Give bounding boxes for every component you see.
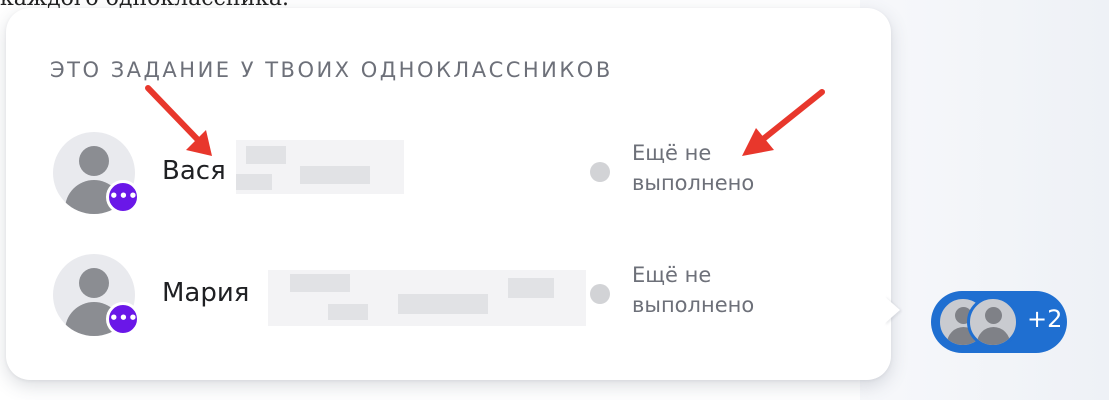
status-dot-icon — [590, 162, 610, 182]
classmate-name: Вася — [162, 156, 226, 186]
more-dots-icon[interactable]: ••• — [106, 180, 140, 214]
status-text: Ещё не выполнено — [632, 138, 802, 198]
classmate-row[interactable]: ••• Вася Ещё не выполнено — [50, 128, 810, 214]
more-classmates-chip[interactable]: +2 — [931, 291, 1067, 353]
blurred-surname — [236, 140, 404, 194]
popup-tail — [884, 296, 900, 324]
status-line: выполнено — [632, 293, 755, 317]
status-line: Ещё не — [632, 263, 712, 287]
classmate-row[interactable]: ••• Мария Ещё не выполнено — [50, 250, 810, 336]
user-avatar-icon — [967, 296, 1019, 348]
status-line: выполнено — [632, 171, 755, 195]
more-count: +2 — [1027, 305, 1063, 333]
popup-title: ЭТО ЗАДАНИЕ У ТВОИХ ОДНОКЛАССНИКОВ — [50, 58, 613, 82]
blurred-surname — [268, 270, 586, 326]
classmates-popup: ЭТО ЗАДАНИЕ У ТВОИХ ОДНОКЛАССНИКОВ ••• В… — [6, 8, 891, 380]
classmate-name: Мария — [162, 278, 250, 308]
status-line: Ещё не — [632, 141, 712, 165]
status-dot-icon — [590, 284, 610, 304]
status-text: Ещё не выполнено — [632, 260, 802, 320]
more-dots-icon[interactable]: ••• — [106, 302, 140, 336]
